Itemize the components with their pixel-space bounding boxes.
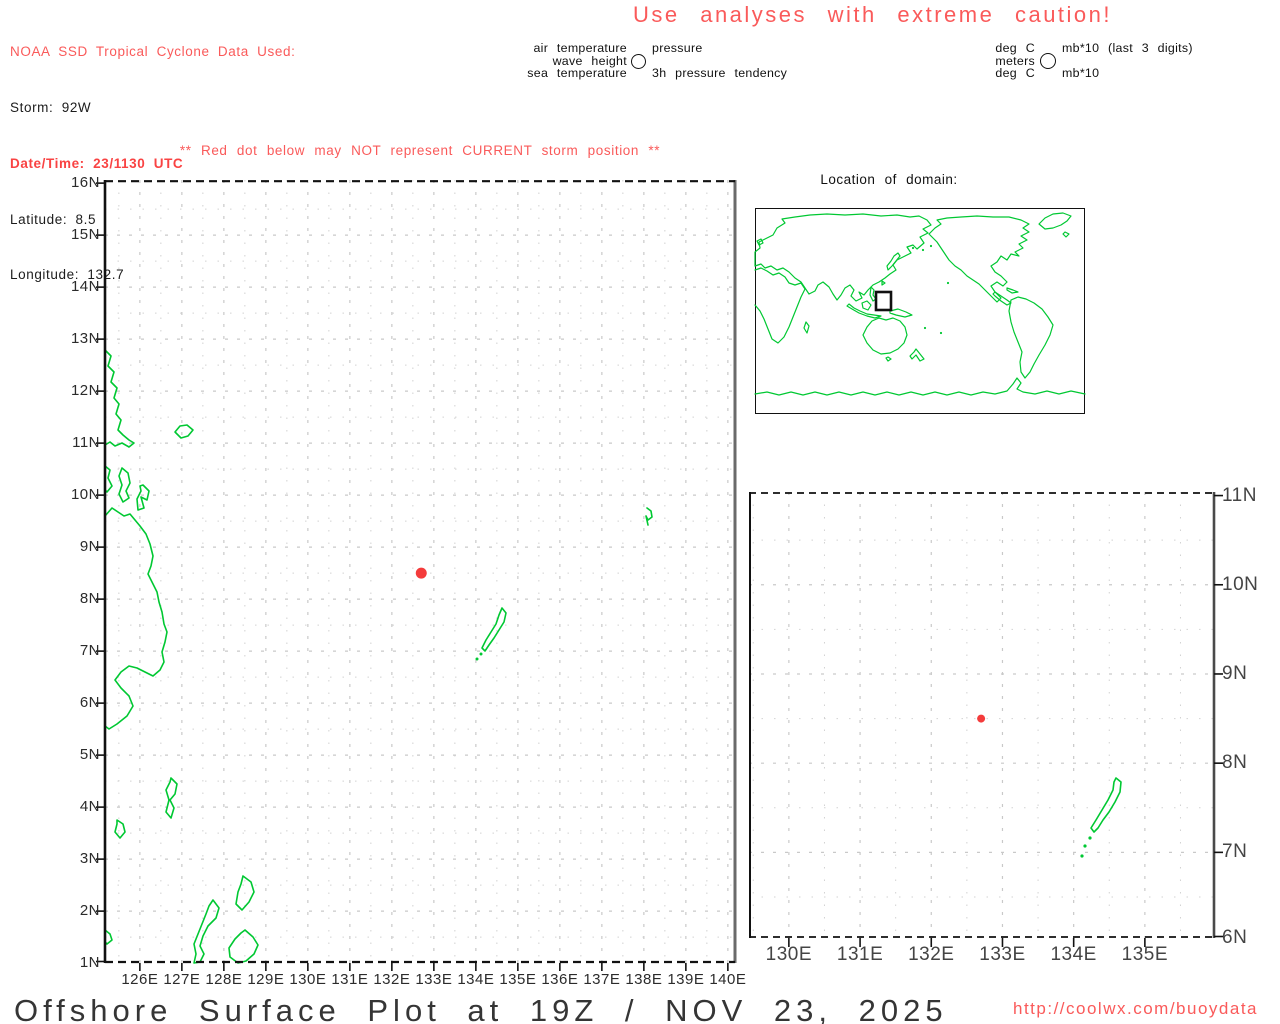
world-map-inset [754, 212, 1086, 396]
main-y-tick-label: 9N [79, 538, 100, 556]
legend-air-temperature-label: air temperature [533, 41, 627, 55]
units-circle-icon [1040, 53, 1056, 69]
zoom-x-tick-label: 133E [979, 944, 1026, 965]
main-y-tick-label: 14N [70, 278, 100, 296]
main-axis-ticks [96, 182, 729, 971]
main-y-tick-label: 7N [79, 642, 100, 660]
zoom-y-tick-label: 10N [1222, 573, 1259, 595]
zoom-x-tick-label: 134E [1050, 944, 1097, 965]
offshore-surface-plot-page: NOAA SSD Tropical Cyclone Data Used: Sto… [0, 0, 1280, 1024]
main-map-plot [96, 180, 737, 971]
main-y-tick-label: 2N [79, 902, 100, 920]
main-x-tick-label: 140E [709, 971, 747, 988]
plot-title: Offshore Surface Plot at 19Z / NOV 23, 2… [14, 993, 948, 1024]
info-source-line: NOAA SSD Tropical Cyclone Data Used: [10, 44, 296, 60]
main-y-tick-label: 8N [79, 590, 100, 608]
zoom-x-tick-label: 131E [836, 944, 884, 965]
main-y-tick-label: 5N [79, 746, 100, 764]
red-dot-warning: ** Red dot below may NOT represent CURRE… [179, 143, 661, 158]
zoom-y-tick-label: 11N [1222, 484, 1257, 506]
main-y-tick-label: 11N [72, 434, 100, 452]
storm-position-dot [415, 567, 427, 579]
main-y-tick-label: 4N [79, 798, 100, 816]
zoom-y-tick-label: 6N [1222, 927, 1248, 948]
source-url[interactable]: http://coolwx.com/buoydata [1013, 999, 1258, 1019]
coastline-group [104, 349, 653, 964]
world-inset-title: Location of domain: [820, 172, 958, 187]
zoom-inset-plot [749, 492, 1223, 947]
world-coastlines [754, 212, 1086, 396]
main-y-tick-label: 10N [70, 486, 100, 504]
main-y-tick-label: 1N [79, 954, 100, 972]
zoom-x-tick-label: 135E [1121, 944, 1169, 965]
station-legend-left-column: air temperature wave height sea temperat… [500, 42, 627, 80]
units-legend-right-column: mb*10 (last 3 digits) mb*10 [1062, 42, 1272, 80]
legend-sea-temperature-label: sea temperature [527, 66, 627, 81]
units-degc2-label: deg C [995, 66, 1035, 81]
main-y-tick-label: 15N [70, 226, 100, 244]
zoom-x-tick-label: 130E [765, 944, 813, 965]
station-legend-right-column: pressure 3h pressure tendency [652, 42, 882, 80]
units-degc-label: deg C [995, 41, 1035, 55]
zoom-y-tick-label: 7N [1222, 841, 1248, 863]
main-y-tick-label: 16N [70, 174, 100, 192]
zoom-y-tick-label: 9N [1222, 662, 1248, 684]
info-storm-line: Storm: 92W [10, 99, 92, 115]
main-coastlines [104, 349, 653, 964]
caution-heading: Use analyses with extreme caution! [632, 2, 1113, 27]
station-circle-icon [631, 54, 646, 69]
main-y-tick-label: 6N [79, 694, 100, 712]
units-legend-left-column: deg C meters deg C [938, 42, 1035, 80]
legend-pressure-tendency-label: 3h pressure tendency [652, 66, 788, 81]
main-y-tick-label: 13N [70, 330, 100, 348]
units-mb10-label: mb*10 [1062, 66, 1100, 81]
domain-location-box [874, 290, 893, 312]
zoom-y-tick-label: 8N [1222, 752, 1248, 774]
zoom-axis-ticks [788, 494, 1223, 947]
storm-position-dot-zoom [977, 714, 986, 723]
legend-pressure-label: pressure [652, 41, 703, 55]
zoom-x-tick-label: 132E [908, 944, 955, 965]
main-y-tick-label: 12N [70, 382, 100, 400]
main-y-tick-label: 3N [79, 850, 100, 868]
units-mb10-digits-label: mb*10 (last 3 digits) [1062, 41, 1193, 55]
zoom-coastlines [1080, 777, 1122, 858]
